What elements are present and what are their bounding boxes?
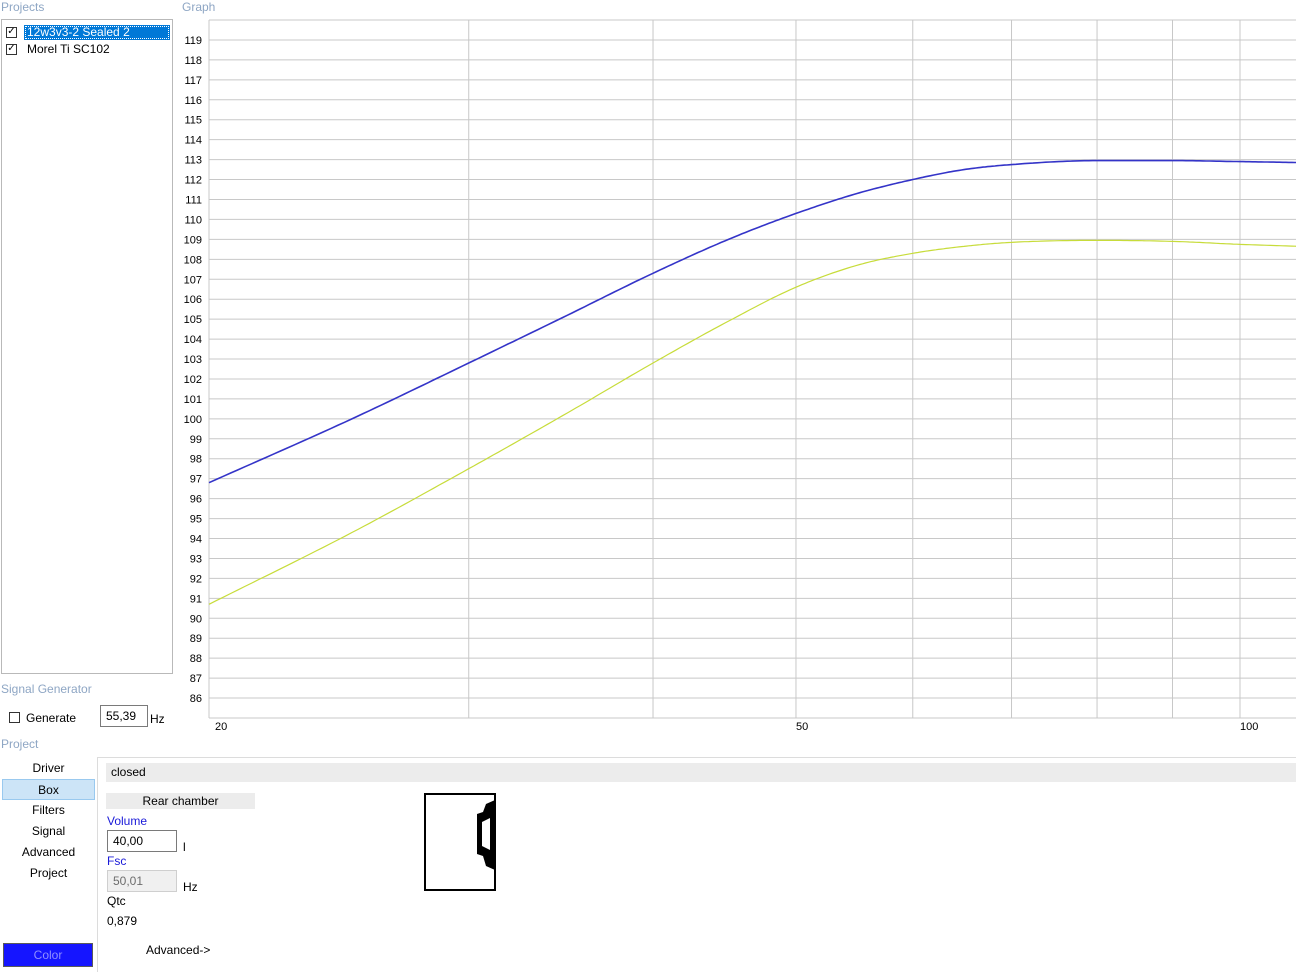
- tab-project[interactable]: Project: [2, 863, 95, 884]
- x-tick-label: 50: [796, 721, 808, 733]
- y-tick-label: 107: [184, 274, 202, 286]
- response-graph[interactable]: 86 87 88 89 90 91 92 93 94 95 96 97 98 99 100 101 102 103…: [0, 0, 1296, 740]
- y-tick-label: 87: [190, 673, 202, 685]
- y-tick-label: 119: [184, 35, 202, 47]
- y-tick-label: 93: [190, 553, 202, 565]
- y-tick-label: 94: [190, 534, 202, 546]
- y-tick-label: 106: [184, 294, 202, 306]
- y-tick-label: 89: [190, 633, 202, 645]
- qtc-value: 0,879: [107, 914, 138, 928]
- y-tick-label: 92: [190, 573, 202, 585]
- y-tick-label: 116: [184, 95, 202, 107]
- tab-filters[interactable]: Filters: [2, 800, 95, 821]
- y-tick-label: 114: [184, 135, 202, 147]
- y-tick-label: 105: [184, 314, 202, 326]
- project-tabs: Driver Box Filters Signal Advanced Proje…: [2, 758, 95, 884]
- y-tick-label: 96: [190, 494, 202, 506]
- fsc-label: Fsc: [107, 854, 127, 868]
- x-axis-ticks: 20 50 100: [215, 721, 1258, 733]
- frequency-unit: Hz: [150, 712, 165, 726]
- fsc-unit: Hz: [183, 880, 198, 894]
- volume-label: Volume: [107, 814, 148, 828]
- series-line-1: [208, 159, 1296, 484]
- rear-chamber-header: Rear chamber: [106, 793, 255, 809]
- y-tick-label: 86: [190, 693, 202, 705]
- tab-signal[interactable]: Signal: [2, 821, 95, 842]
- y-tick-label: 110: [184, 214, 202, 226]
- y-tick-label: 109: [184, 234, 202, 246]
- fsc-input: [107, 870, 177, 892]
- series-line-2: [208, 239, 1296, 605]
- y-tick-label: 91: [190, 593, 202, 605]
- y-tick-label: 102: [184, 374, 202, 386]
- y-tick-label: 97: [190, 474, 202, 486]
- y-tick-label: 103: [184, 354, 202, 366]
- x-tick-label: 20: [215, 721, 227, 733]
- y-tick-label: 90: [190, 613, 202, 625]
- y-tick-label: 115: [184, 115, 202, 127]
- graph-grid: [208, 19, 1296, 719]
- y-tick-label: 111: [185, 194, 202, 206]
- qtc-label: Qtc: [107, 894, 126, 908]
- box-type-selector[interactable]: closed: [106, 763, 1296, 782]
- y-tick-label: 98: [190, 454, 202, 466]
- graph-series: [208, 159, 1296, 605]
- advanced-link[interactable]: Advanced->: [146, 943, 210, 957]
- tab-box[interactable]: Box: [2, 779, 95, 800]
- closed-box-diagram-icon: [424, 793, 496, 891]
- color-button[interactable]: Color: [3, 943, 93, 967]
- tab-driver[interactable]: Driver: [2, 758, 95, 779]
- x-tick-label: 100: [1240, 721, 1258, 733]
- y-tick-label: 95: [190, 514, 202, 526]
- volume-unit: l: [183, 840, 186, 854]
- y-tick-label: 100: [184, 414, 202, 426]
- frequency-input[interactable]: [100, 705, 148, 727]
- y-tick-label: 104: [184, 334, 202, 346]
- y-tick-label: 101: [184, 394, 202, 406]
- volume-input[interactable]: [107, 830, 177, 852]
- y-tick-label: 88: [190, 653, 202, 665]
- generate-label: Generate: [26, 711, 77, 725]
- box-panel: [97, 757, 1296, 972]
- y-tick-label: 99: [190, 434, 202, 446]
- y-tick-label: 117: [184, 75, 202, 87]
- tab-advanced[interactable]: Advanced: [2, 842, 95, 863]
- y-tick-label: 118: [184, 55, 202, 67]
- y-tick-label: 108: [184, 254, 202, 266]
- y-axis-ticks: 86 87 88 89 90 91 92 93 94 95 96 97 98 99 100 101 102 103…: [184, 35, 202, 705]
- generate-checkbox[interactable]: [9, 712, 20, 723]
- y-tick-label: 112: [184, 175, 202, 187]
- y-tick-label: 113: [184, 155, 202, 167]
